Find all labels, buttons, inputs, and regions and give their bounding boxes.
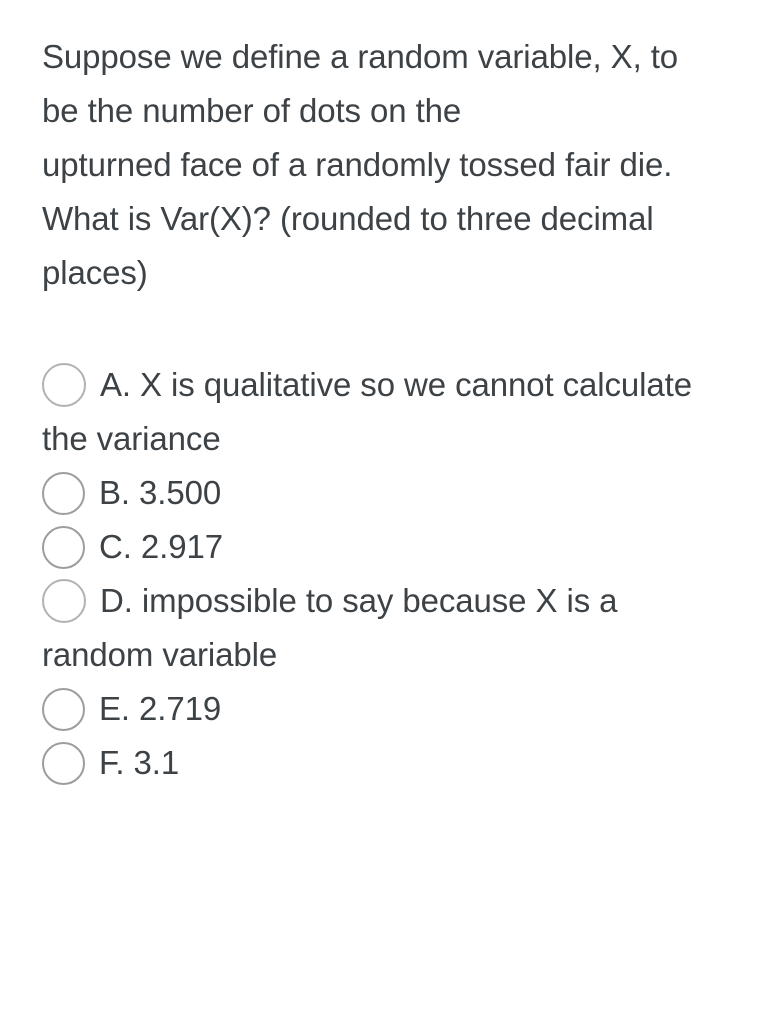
answer-option-d[interactable]: D. impossible to say because X is a rand… [0,574,761,682]
radio-unchecked-icon[interactable] [42,688,85,731]
answer-option-b-label: B. 3.500 [99,474,222,511]
answer-option-c-label: C. 2.917 [99,528,223,565]
answer-option-f-label: F. 3.1 [99,744,180,781]
radio-unchecked-icon[interactable] [42,742,85,785]
answer-option-e[interactable]: E. 2.719 [0,682,761,736]
question-line-2: upturned face of a randomly tossed fair … [42,146,673,291]
answer-option-b[interactable]: B. 3.500 [0,466,761,520]
answer-option-a[interactable]: A. X is qualitative so we cannot calcula… [0,358,761,466]
answer-option-c[interactable]: C. 2.917 [0,520,761,574]
answer-option-a-label: A. X is qualitative so we cannot calcula… [42,366,692,457]
answer-option-d-label: D. impossible to say because X is a rand… [42,582,618,673]
answer-options-list: A. X is qualitative so we cannot calcula… [0,358,761,790]
question-line-1: Suppose we define a random variable, X, … [42,38,679,129]
question-page: Suppose we define a random variable, X, … [0,0,761,1022]
question-stem: Suppose we define a random variable, X, … [42,30,704,300]
radio-unchecked-icon[interactable] [42,472,85,515]
radio-unchecked-icon[interactable] [42,363,86,407]
radio-unchecked-icon[interactable] [42,579,86,623]
answer-option-e-label: E. 2.719 [99,690,222,727]
radio-unchecked-icon[interactable] [42,526,85,569]
answer-option-f[interactable]: F. 3.1 [0,736,761,790]
